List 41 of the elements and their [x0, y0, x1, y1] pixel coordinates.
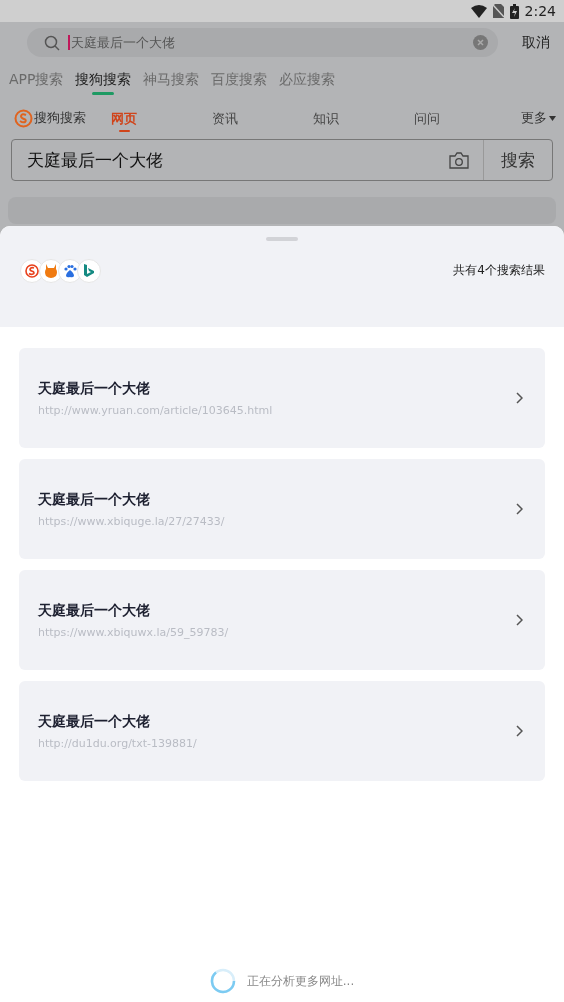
cancel-button[interactable]: 取消: [522, 33, 550, 52]
sogou-logo-icon: [20, 258, 44, 283]
clear-icon[interactable]: [473, 35, 488, 50]
result-card[interactable]: 天庭最后一个大佬 http://du1du.org/txt-139881/: [19, 681, 545, 781]
bing-logo-icon: [77, 258, 101, 283]
category-tab[interactable]: 知识: [313, 104, 339, 132]
result-url: https://www.xbiquwx.la/59_59783/: [38, 625, 230, 639]
loading-text: 正在分析更多网址...: [246, 972, 355, 990]
camera-icon[interactable]: [449, 151, 469, 169]
search-button[interactable]: 搜索: [483, 140, 552, 180]
clock-time: 2:24: [524, 3, 556, 19]
result-title: 天庭最后一个大佬: [38, 601, 151, 620]
brand-name: 搜狗搜索: [34, 109, 86, 127]
result-card[interactable]: 天庭最后一个大佬 http://www.yruan.com/article/103645.html: [19, 348, 545, 448]
result-url: http://www.yruan.com/article/103645.html: [38, 403, 274, 417]
dropdown-caret-icon: [549, 115, 556, 121]
chevron-right-icon: [516, 392, 523, 404]
sogou-logo-icon: [14, 108, 33, 128]
no-sim-icon: [492, 4, 504, 18]
result-card[interactable]: 天庭最后一个大佬 https://www.xbiquwx.la/59_59783/: [19, 570, 545, 670]
category-tab[interactable]: 资讯: [212, 104, 238, 132]
chevron-right-icon: [516, 614, 523, 626]
mascot-logo-icon: [39, 258, 63, 283]
loading-spinner-icon: [209, 968, 236, 994]
search-icon: [44, 34, 60, 51]
wifi-icon: [470, 4, 487, 18]
paw-logo-icon: [58, 258, 82, 283]
result-url: http://du1du.org/txt-139881/: [38, 736, 198, 750]
query-field[interactable]: 天庭最后一个大佬 搜索: [11, 139, 553, 181]
category-tab[interactable]: 问问: [414, 104, 440, 132]
chevron-right-icon: [516, 503, 523, 515]
result-count: 共有4个搜索结果: [453, 262, 545, 279]
result-title: 天庭最后一个大佬: [38, 490, 151, 509]
engine-tab[interactable]: 搜狗搜索: [75, 71, 132, 98]
more-button[interactable]: 更多: [521, 109, 556, 127]
chevron-right-icon: [516, 725, 523, 737]
result-title: 天庭最后一个大佬: [38, 379, 151, 398]
result-url: https://www.xbiquge.la/27/27433/: [38, 514, 226, 528]
result-card[interactable]: 天庭最后一个大佬 https://www.xbiquge.la/27/27433/: [19, 459, 545, 559]
battery-icon: [509, 3, 519, 19]
result-title: 天庭最后一个大佬: [38, 712, 151, 731]
